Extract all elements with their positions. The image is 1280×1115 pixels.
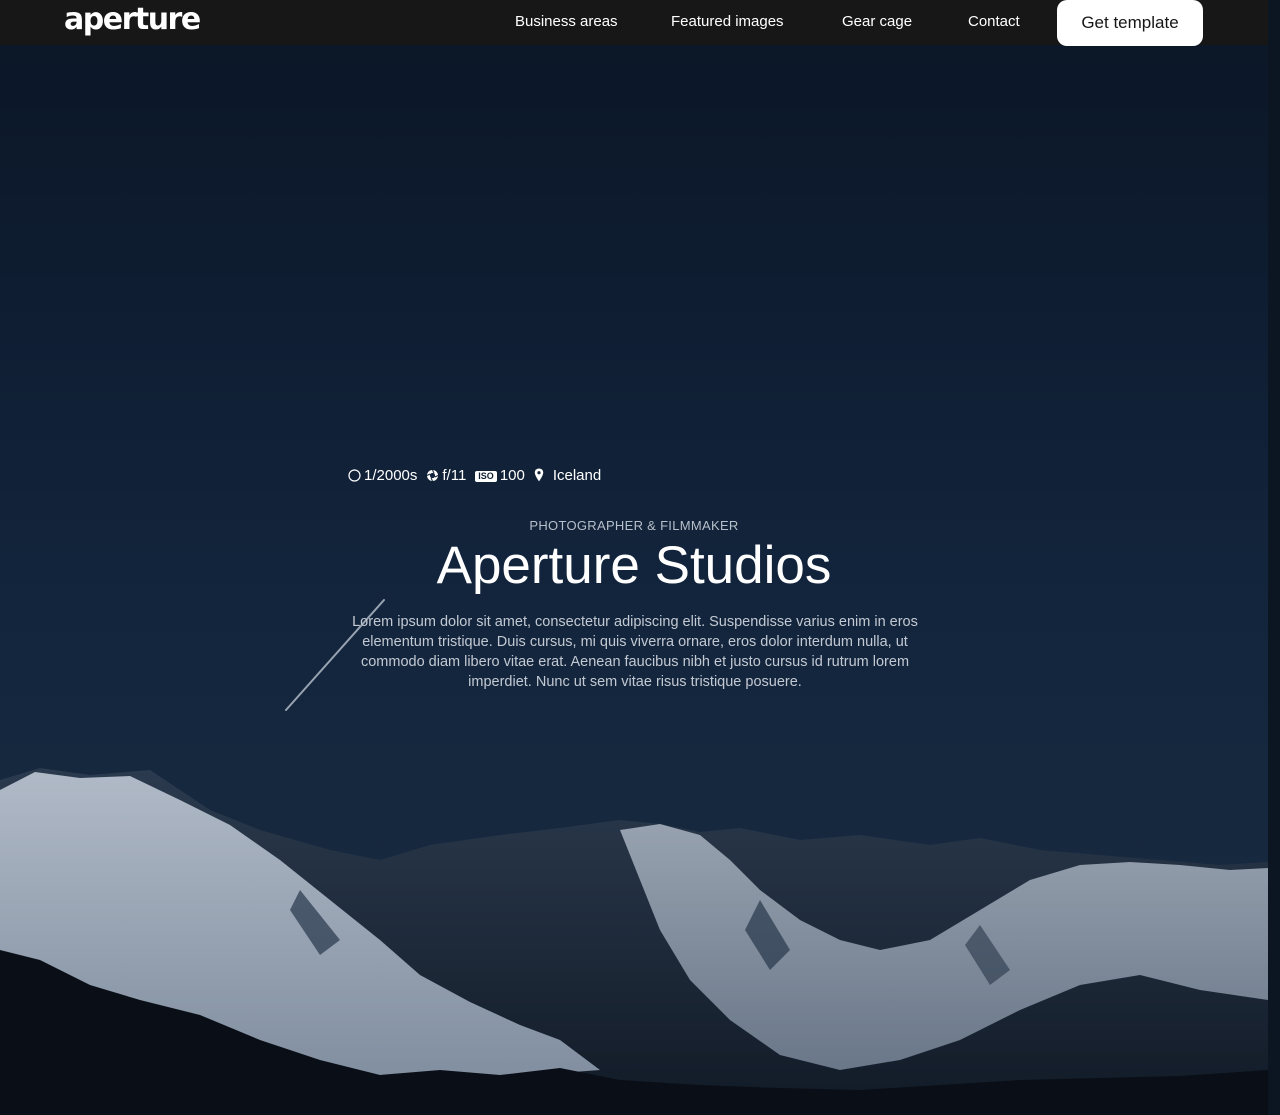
site-header: aperture Business areas Featured images … <box>0 0 1268 46</box>
shutter-speed: 1/2000s <box>348 467 417 484</box>
location: Iceland <box>534 467 601 484</box>
nav-contact[interactable]: Contact <box>968 13 1020 30</box>
hero-eyebrow: PHOTOGRAPHER & FILMMAKER <box>529 518 739 533</box>
camera-settings: 1/2000s f/11 ISO 100 Iceland <box>348 465 610 485</box>
nav-featured-images[interactable]: Featured images <box>671 13 784 30</box>
nav-gear-cage[interactable]: Gear cage <box>842 13 912 30</box>
aperture-setting: f/11 <box>426 467 466 484</box>
hero-title: Aperture Studios <box>436 536 832 595</box>
shutter-value: 1/2000s <box>364 466 418 484</box>
page: aperture Business areas Featured images … <box>0 0 1280 1115</box>
iso-icon: ISO <box>475 470 497 482</box>
iso-setting: ISO 100 <box>475 467 525 484</box>
location-pin-icon <box>534 468 544 482</box>
aperture-icon <box>427 469 439 481</box>
hero-description: Lorem ipsum dolor sit amet, consectetur … <box>352 614 918 690</box>
shutter-icon <box>348 468 361 482</box>
get-template-button[interactable]: Get template <box>1057 0 1203 46</box>
iso-value: 100 <box>499 466 525 484</box>
location-value: Iceland <box>552 466 602 484</box>
nav-business-areas[interactable]: Business areas <box>515 13 618 30</box>
aperture-logo[interactable]: aperture <box>64 2 201 38</box>
aperture-value: f/11 <box>442 466 467 484</box>
mountain-landscape-image <box>0 768 1268 1115</box>
page-scrollbar[interactable] <box>1268 0 1280 1115</box>
